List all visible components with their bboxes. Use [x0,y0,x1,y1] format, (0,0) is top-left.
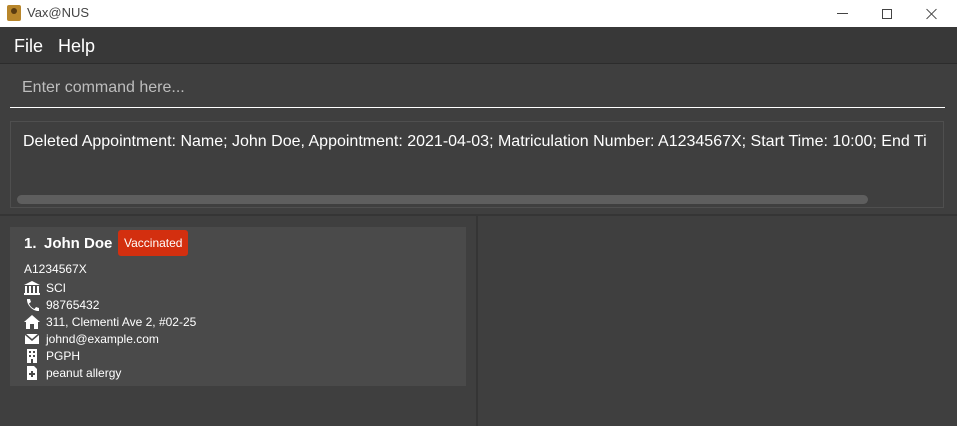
faculty-row: SCI [24,280,66,296]
command-input[interactable] [10,70,945,106]
result-display: Deleted Appointment: Name; John Doe, App… [10,121,944,208]
menu-help[interactable]: Help [58,36,95,57]
result-message: Deleted Appointment: Name; John Doe, App… [23,133,927,150]
card-index: 1. [24,235,37,252]
close-icon [926,8,938,20]
address-row: 311, Clementi Ave 2, #02-25 [24,314,196,330]
horizontal-scrollbar[interactable] [17,195,868,204]
command-box [10,70,945,108]
status-badge: Vaccinated [118,230,189,256]
window-title: Vax@NUS [27,5,90,20]
home-icon [24,315,40,329]
faculty-building-icon [24,281,40,295]
minimize-icon [836,13,848,14]
email-value: johnd@example.com [46,332,159,346]
panel-divider[interactable] [476,216,478,426]
medical-row: peanut allergy [24,365,121,381]
address-value: 311, Clementi Ave 2, #02-25 [46,315,197,329]
maximize-button[interactable] [864,0,910,27]
menu-file[interactable]: File [14,36,43,57]
close-button[interactable] [909,0,955,27]
student-name: John Doe [44,235,113,252]
residence-value: PGPH [46,349,81,363]
student-card[interactable]: 1. John Doe Vaccinated A1234567X SCI 987… [10,227,466,386]
envelope-icon [24,332,40,346]
faculty-value: SCI [46,281,67,295]
residence-building-icon [24,349,40,363]
section-divider [0,214,957,216]
residence-row: PGPH [24,348,80,364]
medical-document-icon [24,366,40,380]
minimize-button[interactable] [819,0,865,27]
phone-icon [24,298,40,312]
maximize-icon [882,8,892,19]
app-icon [7,5,21,21]
email-row: johnd@example.com [24,331,159,347]
medical-value: peanut allergy [46,366,122,380]
title-bar: Vax@NUS [0,0,957,27]
menu-bar: File Help [0,27,957,64]
matriculation-number: A1234567X [24,262,87,276]
phone-value: 98765432 [46,298,100,312]
phone-row: 98765432 [24,297,99,313]
